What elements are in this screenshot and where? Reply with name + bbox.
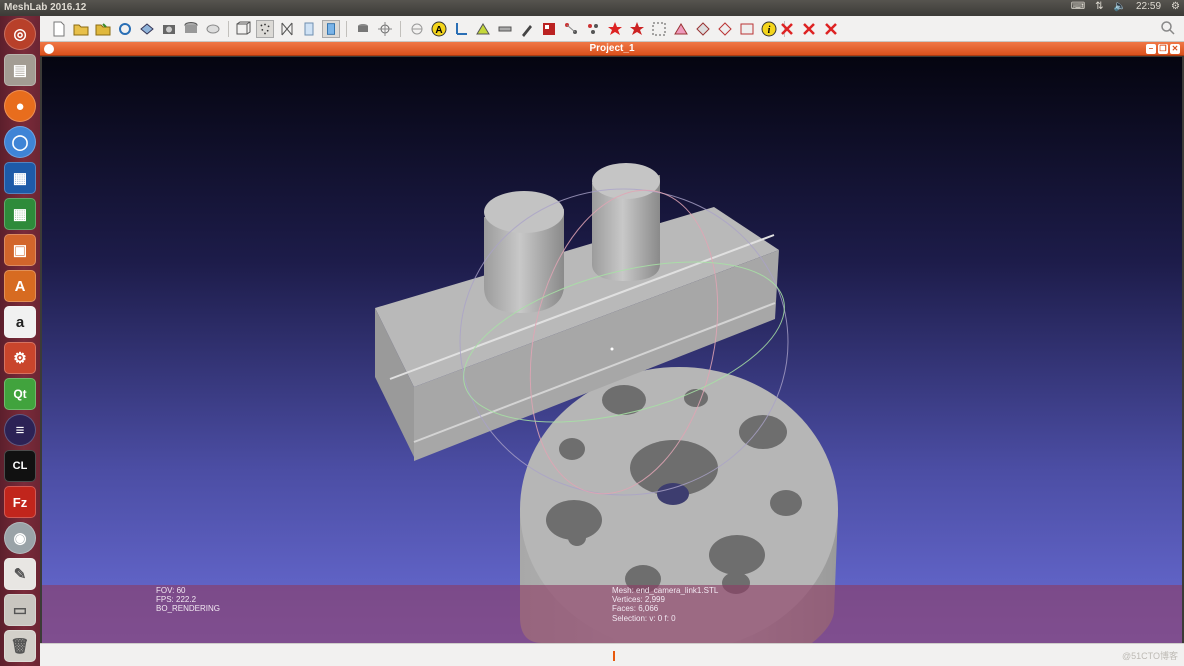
paint-brush-icon[interactable] (518, 20, 536, 38)
color-vertex-icon[interactable] (376, 20, 394, 38)
dash-icon[interactable]: ◎ (4, 18, 36, 50)
project-window-titlebar[interactable]: Project_1 – ❐ ✕ (40, 42, 1184, 56)
top-panel: MeshLab 2016.12 ⌨ ⇅ 🔈 22:59 ⚙ (0, 0, 1184, 16)
fps-text: FPS: 222.2 (156, 595, 197, 605)
system-tray: ⌨ ⇅ 🔈 22:59 ⚙ (1071, 1, 1180, 12)
mesh-name-text: Mesh: end_camera_link1.STL (612, 586, 719, 595)
texture-icon[interactable] (540, 20, 558, 38)
flat-render-icon[interactable] (300, 20, 318, 38)
info-icon[interactable]: i (760, 20, 778, 38)
filezilla-icon[interactable]: Fz (4, 486, 36, 518)
app-title: MeshLab 2016.12 (4, 2, 87, 13)
writer-icon[interactable]: ▦ (4, 162, 36, 194)
layers-icon[interactable] (182, 20, 200, 38)
main-toolbar: A i (40, 16, 1184, 42)
status-bar: @51CTO博客 (40, 643, 1184, 666)
software-center-icon[interactable]: A (4, 270, 36, 302)
chromium-icon[interactable]: ◯ (4, 126, 36, 158)
quality-mapper-icon[interactable] (738, 20, 756, 38)
calc-icon[interactable]: ▦ (4, 198, 36, 230)
bounding-box-icon[interactable] (234, 20, 252, 38)
firefox-icon[interactable]: ● (4, 90, 36, 122)
align-icon[interactable] (562, 20, 580, 38)
clion-icon[interactable]: CL (4, 450, 36, 482)
fov-text: FOV: 60 (156, 586, 186, 595)
drive-icon[interactable]: ▭ (4, 594, 36, 626)
mesh-render (375, 163, 838, 643)
progress-bar (613, 651, 615, 661)
svg-text:A: A (435, 25, 442, 36)
lighting-icon[interactable] (354, 20, 372, 38)
text-editor-icon[interactable]: ✎ (4, 558, 36, 590)
files-icon[interactable]: ▤ (4, 54, 36, 86)
fill-hole-icon[interactable] (694, 20, 712, 38)
select-component-icon[interactable] (716, 20, 734, 38)
delete-vertices-icon[interactable] (800, 20, 818, 38)
smooth-render-icon[interactable] (322, 20, 340, 38)
restore-icon[interactable]: ❐ (1158, 44, 1168, 54)
points-render-icon[interactable] (256, 20, 274, 38)
impress-icon[interactable]: ▣ (4, 234, 36, 266)
trackball-icon[interactable] (408, 20, 426, 38)
trash-icon[interactable]: 🗑 (4, 630, 36, 662)
window-title: Project_1 (589, 43, 635, 54)
select-connected-icon[interactable] (672, 20, 690, 38)
faces-text: Faces: 6,066 (612, 604, 659, 614)
search-icon[interactable] (1160, 20, 1176, 36)
svg-text:i: i (768, 25, 771, 36)
volume-icon[interactable]: 🔈 (1114, 1, 1126, 12)
vertices-text: Vertices: 2,999 (612, 595, 665, 605)
render-mode-text: BO_RENDERING (156, 604, 221, 614)
keyboard-icon[interactable]: ⌨ (1071, 1, 1085, 12)
meshlab-eye-icon[interactable]: ◉ (4, 522, 36, 554)
qtcreator-icon[interactable]: Qt (4, 378, 36, 410)
annotation-icon[interactable]: A (430, 20, 448, 38)
pick-points-icon[interactable] (584, 20, 602, 38)
minimize-icon[interactable]: – (1146, 44, 1156, 54)
snapshot-icon[interactable] (160, 20, 178, 38)
wireframe-render-icon[interactable] (278, 20, 296, 38)
select-vertices-icon[interactable] (650, 20, 668, 38)
import-mesh-icon[interactable] (94, 20, 112, 38)
render-info: FOV: 60 FPS: 222.2 BO_RENDERING (156, 586, 220, 614)
layer-dialog-icon[interactable] (204, 20, 222, 38)
3d-viewport[interactable]: FOV: 60 FPS: 222.2 BO_RENDERING Mesh: en… (42, 57, 1182, 643)
measure-icon[interactable] (496, 20, 514, 38)
settings-icon[interactable]: ⚙ (4, 342, 36, 374)
watermark: @51CTO博客 (1122, 651, 1178, 661)
reload-icon[interactable] (116, 20, 134, 38)
trackball-center (610, 347, 614, 351)
launcher: ◎ ▤ ● ◯ ▦ ▦ ▣ A a ⚙ Qt ≡ CL Fz ◉ ✎ ▭ 🗑 (0, 16, 40, 666)
axes-icon[interactable] (452, 20, 470, 38)
eclipse-icon[interactable]: ≡ (4, 414, 36, 446)
georef-icon[interactable] (606, 20, 624, 38)
delete-selection-icon[interactable] (822, 20, 840, 38)
mesh-info: Mesh: end_camera_link1.STL Vertices: 2,9… (612, 586, 718, 623)
gear-icon[interactable]: ⚙ (1171, 1, 1180, 12)
delete-faces-icon[interactable] (778, 20, 796, 38)
new-project-icon[interactable] (50, 20, 68, 38)
clock[interactable]: 22:59 (1136, 1, 1161, 12)
export-mesh-icon[interactable] (138, 20, 156, 38)
selection-text: Selection: v: 0 f: 0 (612, 613, 676, 623)
mesh-cylinder-left-cap (484, 191, 564, 233)
open-project-icon[interactable] (72, 20, 90, 38)
amazon-icon[interactable]: a (4, 306, 36, 338)
network-icon[interactable]: ⇅ (1095, 1, 1103, 12)
close-icon[interactable]: ✕ (1170, 44, 1180, 54)
select-faces-icon[interactable] (474, 20, 492, 38)
raster-align-icon[interactable] (628, 20, 646, 38)
